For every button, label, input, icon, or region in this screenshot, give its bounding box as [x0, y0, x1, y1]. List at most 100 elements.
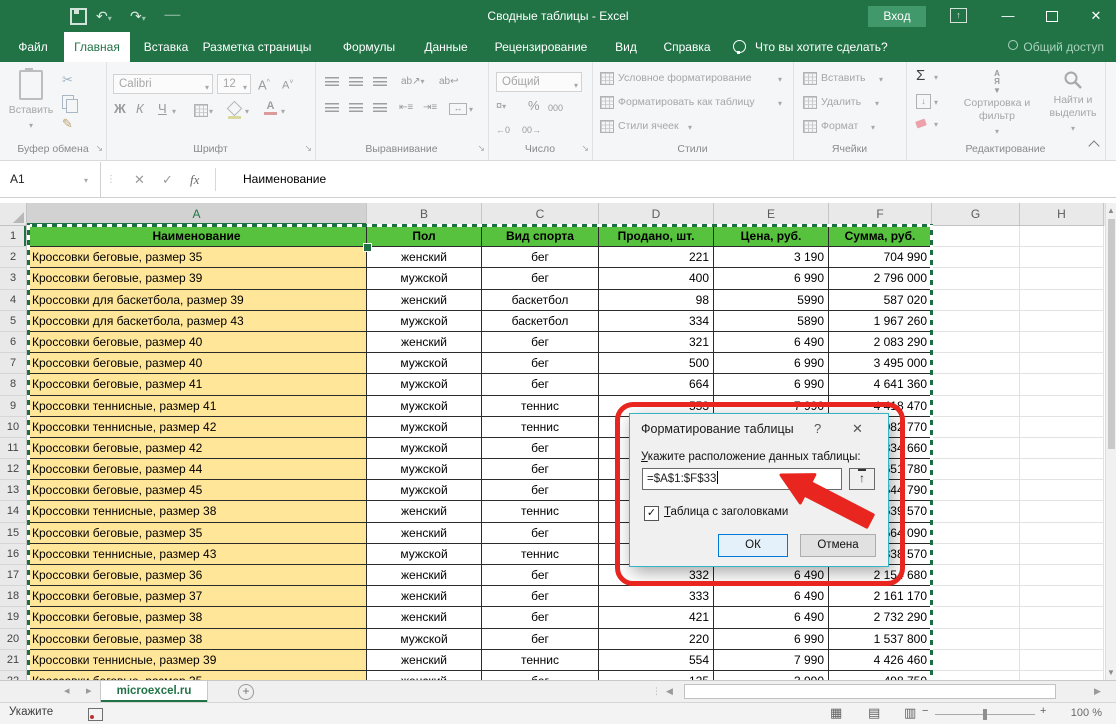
cell-F2[interactable]: 704 990 — [829, 247, 932, 268]
cell-G12[interactable] — [932, 459, 1020, 480]
cell-A14[interactable]: Кроссовки теннисные, размер 38 — [27, 501, 367, 522]
cell-G20[interactable] — [932, 629, 1020, 650]
paste-button[interactable]: Вставить — [8, 70, 54, 131]
insert-function-icon[interactable]: fx — [190, 162, 199, 197]
cell-G14[interactable] — [932, 501, 1020, 522]
splitter-handle[interactable]: ⋮ — [652, 681, 661, 702]
row-header-13[interactable]: 13 — [0, 480, 27, 501]
row-header-7[interactable]: 7 — [0, 353, 27, 374]
cell-C9[interactable]: теннис — [482, 396, 599, 417]
row-header-10[interactable]: 10 — [0, 417, 27, 438]
column-header-E[interactable]: E — [714, 203, 829, 226]
cell-styles-button[interactable]: Стили ячеек — [618, 120, 679, 133]
cell-E19[interactable]: 6 490 — [714, 607, 829, 628]
cell-C1[interactable]: Вид спорта — [482, 226, 599, 247]
cell-A7[interactable]: Кроссовки беговые, размер 40 — [27, 353, 367, 374]
cell-H10[interactable] — [1020, 417, 1104, 438]
formula-input[interactable]: Наименование — [243, 162, 326, 197]
cell-B12[interactable]: мужской — [367, 459, 482, 480]
cell-B2[interactable]: женский — [367, 247, 482, 268]
cell-G8[interactable] — [932, 374, 1020, 395]
cell-F8[interactable]: 4 641 360 — [829, 374, 932, 395]
collapse-ribbon-icon[interactable] — [1090, 142, 1098, 150]
cell-B8[interactable]: мужской — [367, 374, 482, 395]
increase-decimal-icon[interactable]: ←0 — [496, 122, 510, 138]
cell-H16[interactable] — [1020, 544, 1104, 565]
format-as-table-button[interactable]: Форматировать как таблицу — [618, 96, 755, 109]
cell-D1[interactable]: Продано, шт. — [599, 226, 714, 247]
cell-B20[interactable]: мужской — [367, 629, 482, 650]
cell-B3[interactable]: мужской — [367, 268, 482, 289]
cell-E2[interactable]: 3 190 — [714, 247, 829, 268]
cell-F3[interactable]: 2 796 000 — [829, 268, 932, 289]
cell-C6[interactable]: бег — [482, 332, 599, 353]
cell-B17[interactable]: женский — [367, 565, 482, 586]
row-header-11[interactable]: 11 — [0, 438, 27, 459]
fill-color-dropdown-icon[interactable] — [245, 107, 249, 116]
font-color-icon[interactable]: А — [264, 100, 277, 115]
cell-A21[interactable]: Кроссовки теннисные, размер 39 — [27, 650, 367, 671]
align-middle-icon[interactable] — [349, 77, 363, 87]
cell-G19[interactable] — [932, 607, 1020, 628]
borders-dropdown-icon[interactable] — [209, 107, 213, 116]
cell-E8[interactable]: 6 990 — [714, 374, 829, 395]
row-header-6[interactable]: 6 — [0, 332, 27, 353]
row-header-20[interactable]: 20 — [0, 629, 27, 650]
cell-H3[interactable] — [1020, 268, 1104, 289]
grow-font-button[interactable]: А^ — [258, 75, 270, 93]
sign-in-button[interactable]: Вход — [868, 6, 926, 27]
cell-F5[interactable]: 1 967 260 — [829, 311, 932, 332]
cell-C17[interactable]: бег — [482, 565, 599, 586]
cell-C10[interactable]: теннис — [482, 417, 599, 438]
cell-H17[interactable] — [1020, 565, 1104, 586]
bold-button[interactable]: Ж — [114, 101, 126, 117]
insert-cells-button[interactable]: Вставить — [821, 72, 866, 85]
cell-B16[interactable]: мужской — [367, 544, 482, 565]
tab-formulas[interactable]: Формулы — [336, 32, 402, 62]
cell-A17[interactable]: Кроссовки беговые, размер 36 — [27, 565, 367, 586]
cell-D5[interactable]: 334 — [599, 311, 714, 332]
cell-F7[interactable]: 3 495 000 — [829, 353, 932, 374]
cell-E7[interactable]: 6 990 — [714, 353, 829, 374]
cut-icon[interactable]: ✂ — [62, 72, 73, 88]
cell-F20[interactable]: 1 537 800 — [829, 629, 932, 650]
cell-A9[interactable]: Кроссовки теннисные, размер 41 — [27, 396, 367, 417]
cell-B4[interactable]: женский — [367, 290, 482, 311]
column-header-A[interactable]: A — [27, 203, 367, 226]
cell-G2[interactable] — [932, 247, 1020, 268]
column-header-F[interactable]: F — [829, 203, 932, 226]
find-select-button[interactable]: Найти и выделить — [1042, 70, 1104, 134]
cell-A20[interactable]: Кроссовки беговые, размер 38 — [27, 629, 367, 650]
conditional-formatting-button[interactable]: Условное форматирование — [618, 72, 752, 85]
cell-H20[interactable] — [1020, 629, 1104, 650]
tab-data[interactable]: Данные — [416, 32, 476, 62]
confirm-entry-icon[interactable]: ✓ — [162, 162, 173, 197]
column-header-C[interactable]: C — [482, 203, 599, 226]
tab-insert[interactable]: Вставка — [136, 32, 196, 62]
cell-A2[interactable]: Кроссовки беговые, размер 35 — [27, 247, 367, 268]
tab-home[interactable]: Главная — [64, 32, 130, 62]
cell-H11[interactable] — [1020, 438, 1104, 459]
cell-H14[interactable] — [1020, 501, 1104, 522]
cell-H1[interactable] — [1020, 226, 1104, 247]
cell-A4[interactable]: Кроссовки для баскетбола, размер 39 — [27, 290, 367, 311]
hscroll-left-icon[interactable]: ◀ — [666, 681, 673, 702]
cell-B18[interactable]: женский — [367, 586, 482, 607]
next-sheet-icon[interactable]: ▸ — [86, 681, 92, 702]
row-header-14[interactable]: 14 — [0, 501, 27, 522]
column-header-G[interactable]: G — [932, 203, 1020, 226]
cell-B21[interactable]: женский — [367, 650, 482, 671]
cell-D21[interactable]: 554 — [599, 650, 714, 671]
cell-C19[interactable]: бег — [482, 607, 599, 628]
cell-G13[interactable] — [932, 480, 1020, 501]
wrap-text-icon[interactable]: ab↩ — [439, 74, 459, 90]
cell-B5[interactable]: мужской — [367, 311, 482, 332]
share-button[interactable]: Общий доступ — [1008, 32, 1104, 62]
close-button[interactable]: ✕ — [1076, 0, 1116, 32]
delete-cells-button[interactable]: Удалить — [821, 96, 861, 109]
cell-F6[interactable]: 2 083 290 — [829, 332, 932, 353]
orientation-icon[interactable]: ab↗ — [401, 74, 425, 90]
ribbon-display-options-icon[interactable]: ↑ — [950, 8, 967, 23]
row-header-1[interactable]: 1 — [0, 226, 27, 247]
cell-C21[interactable]: теннис — [482, 650, 599, 671]
